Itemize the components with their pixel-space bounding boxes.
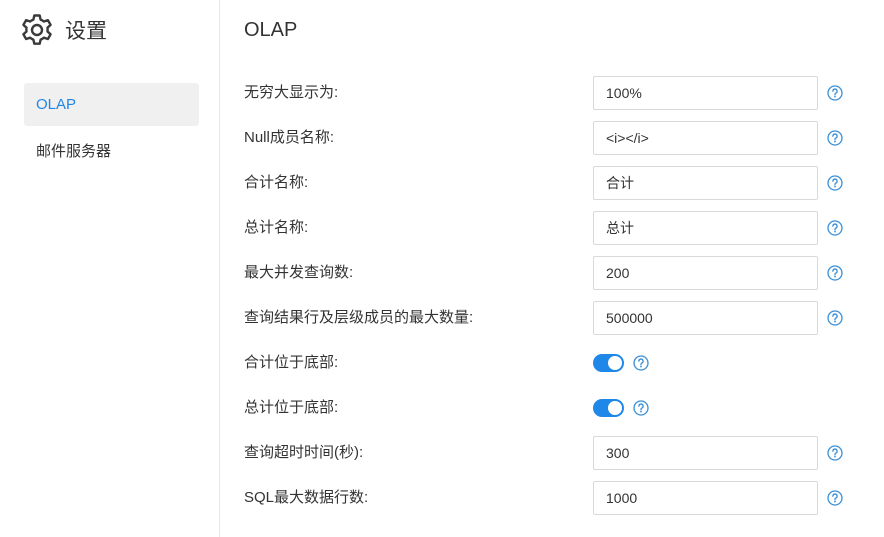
field-label: Null成员名称: — [244, 129, 335, 146]
help-circle-icon[interactable] — [827, 130, 843, 146]
help-circle-icon[interactable] — [633, 400, 649, 416]
field-label: 无穷大显示为: — [244, 84, 339, 101]
help-circle-icon[interactable] — [827, 490, 843, 506]
grand-total-at-bottom-toggle[interactable] — [593, 399, 624, 417]
form-row-max-concurrent-queries: 最大并发查询数: — [244, 256, 864, 290]
sidebar-header: 设置 — [19, 12, 107, 48]
app-title: 设置 — [65, 20, 107, 43]
max-result-rows-input[interactable] — [593, 301, 818, 335]
form-row-sql-max-rows: SQL最大数据行数: — [244, 481, 864, 515]
infinity-display-input[interactable] — [593, 76, 818, 110]
form-row-null-member-name: Null成员名称: — [244, 121, 864, 155]
help-circle-icon[interactable] — [827, 310, 843, 326]
page-title: OLAP — [244, 19, 298, 41]
help-circle-icon[interactable] — [827, 445, 843, 461]
help-circle-icon[interactable] — [827, 265, 843, 281]
field-label: 合计名称: — [244, 174, 309, 191]
sidebar-item-mail-server[interactable]: 邮件服务器 — [24, 130, 199, 173]
null-member-name-input[interactable] — [593, 121, 818, 155]
gear-icon — [19, 12, 55, 48]
form-row-infinity-display: 无穷大显示为: — [244, 76, 864, 110]
help-circle-icon[interactable] — [633, 355, 649, 371]
form-row-max-result-rows: 查询结果行及层级成员的最大数量: — [244, 301, 864, 335]
settings-panel: OLAP 无穷大显示为: Null成员名称: 合计名称: 总计名称: 最大并发查… — [221, 0, 884, 537]
sql-max-rows-input[interactable] — [593, 481, 818, 515]
subtotal-name-input[interactable] — [593, 166, 818, 200]
help-circle-icon[interactable] — [827, 220, 843, 236]
subtotal-at-bottom-toggle[interactable] — [593, 354, 624, 372]
form-row-query-timeout: 查询超时时间(秒): — [244, 436, 864, 470]
help-circle-icon[interactable] — [827, 85, 843, 101]
form-row-subtotal-at-bottom: 合计位于底部: — [244, 346, 864, 380]
toggle-knob — [608, 401, 622, 415]
field-label: SQL最大数据行数: — [244, 489, 369, 506]
form-row-grand-total-at-bottom: 总计位于底部: — [244, 391, 864, 425]
field-label: 最大并发查询数: — [244, 264, 354, 281]
form-row-subtotal-name: 合计名称: — [244, 166, 864, 200]
sidebar-item-olap[interactable]: OLAP — [24, 83, 199, 126]
help-circle-icon[interactable] — [827, 175, 843, 191]
query-timeout-input[interactable] — [593, 436, 818, 470]
form-row-grand-total-name: 总计名称: — [244, 211, 864, 245]
max-concurrent-queries-input[interactable] — [593, 256, 818, 290]
sidebar: 设置 OLAP 邮件服务器 — [0, 0, 220, 537]
toggle-knob — [608, 356, 622, 370]
field-label: 合计位于底部: — [244, 354, 339, 371]
field-label: 查询结果行及层级成员的最大数量: — [244, 309, 474, 326]
field-label: 总计名称: — [244, 219, 309, 236]
field-label: 查询超时时间(秒): — [244, 444, 364, 461]
grand-total-name-input[interactable] — [593, 211, 818, 245]
field-label: 总计位于底部: — [244, 399, 339, 416]
